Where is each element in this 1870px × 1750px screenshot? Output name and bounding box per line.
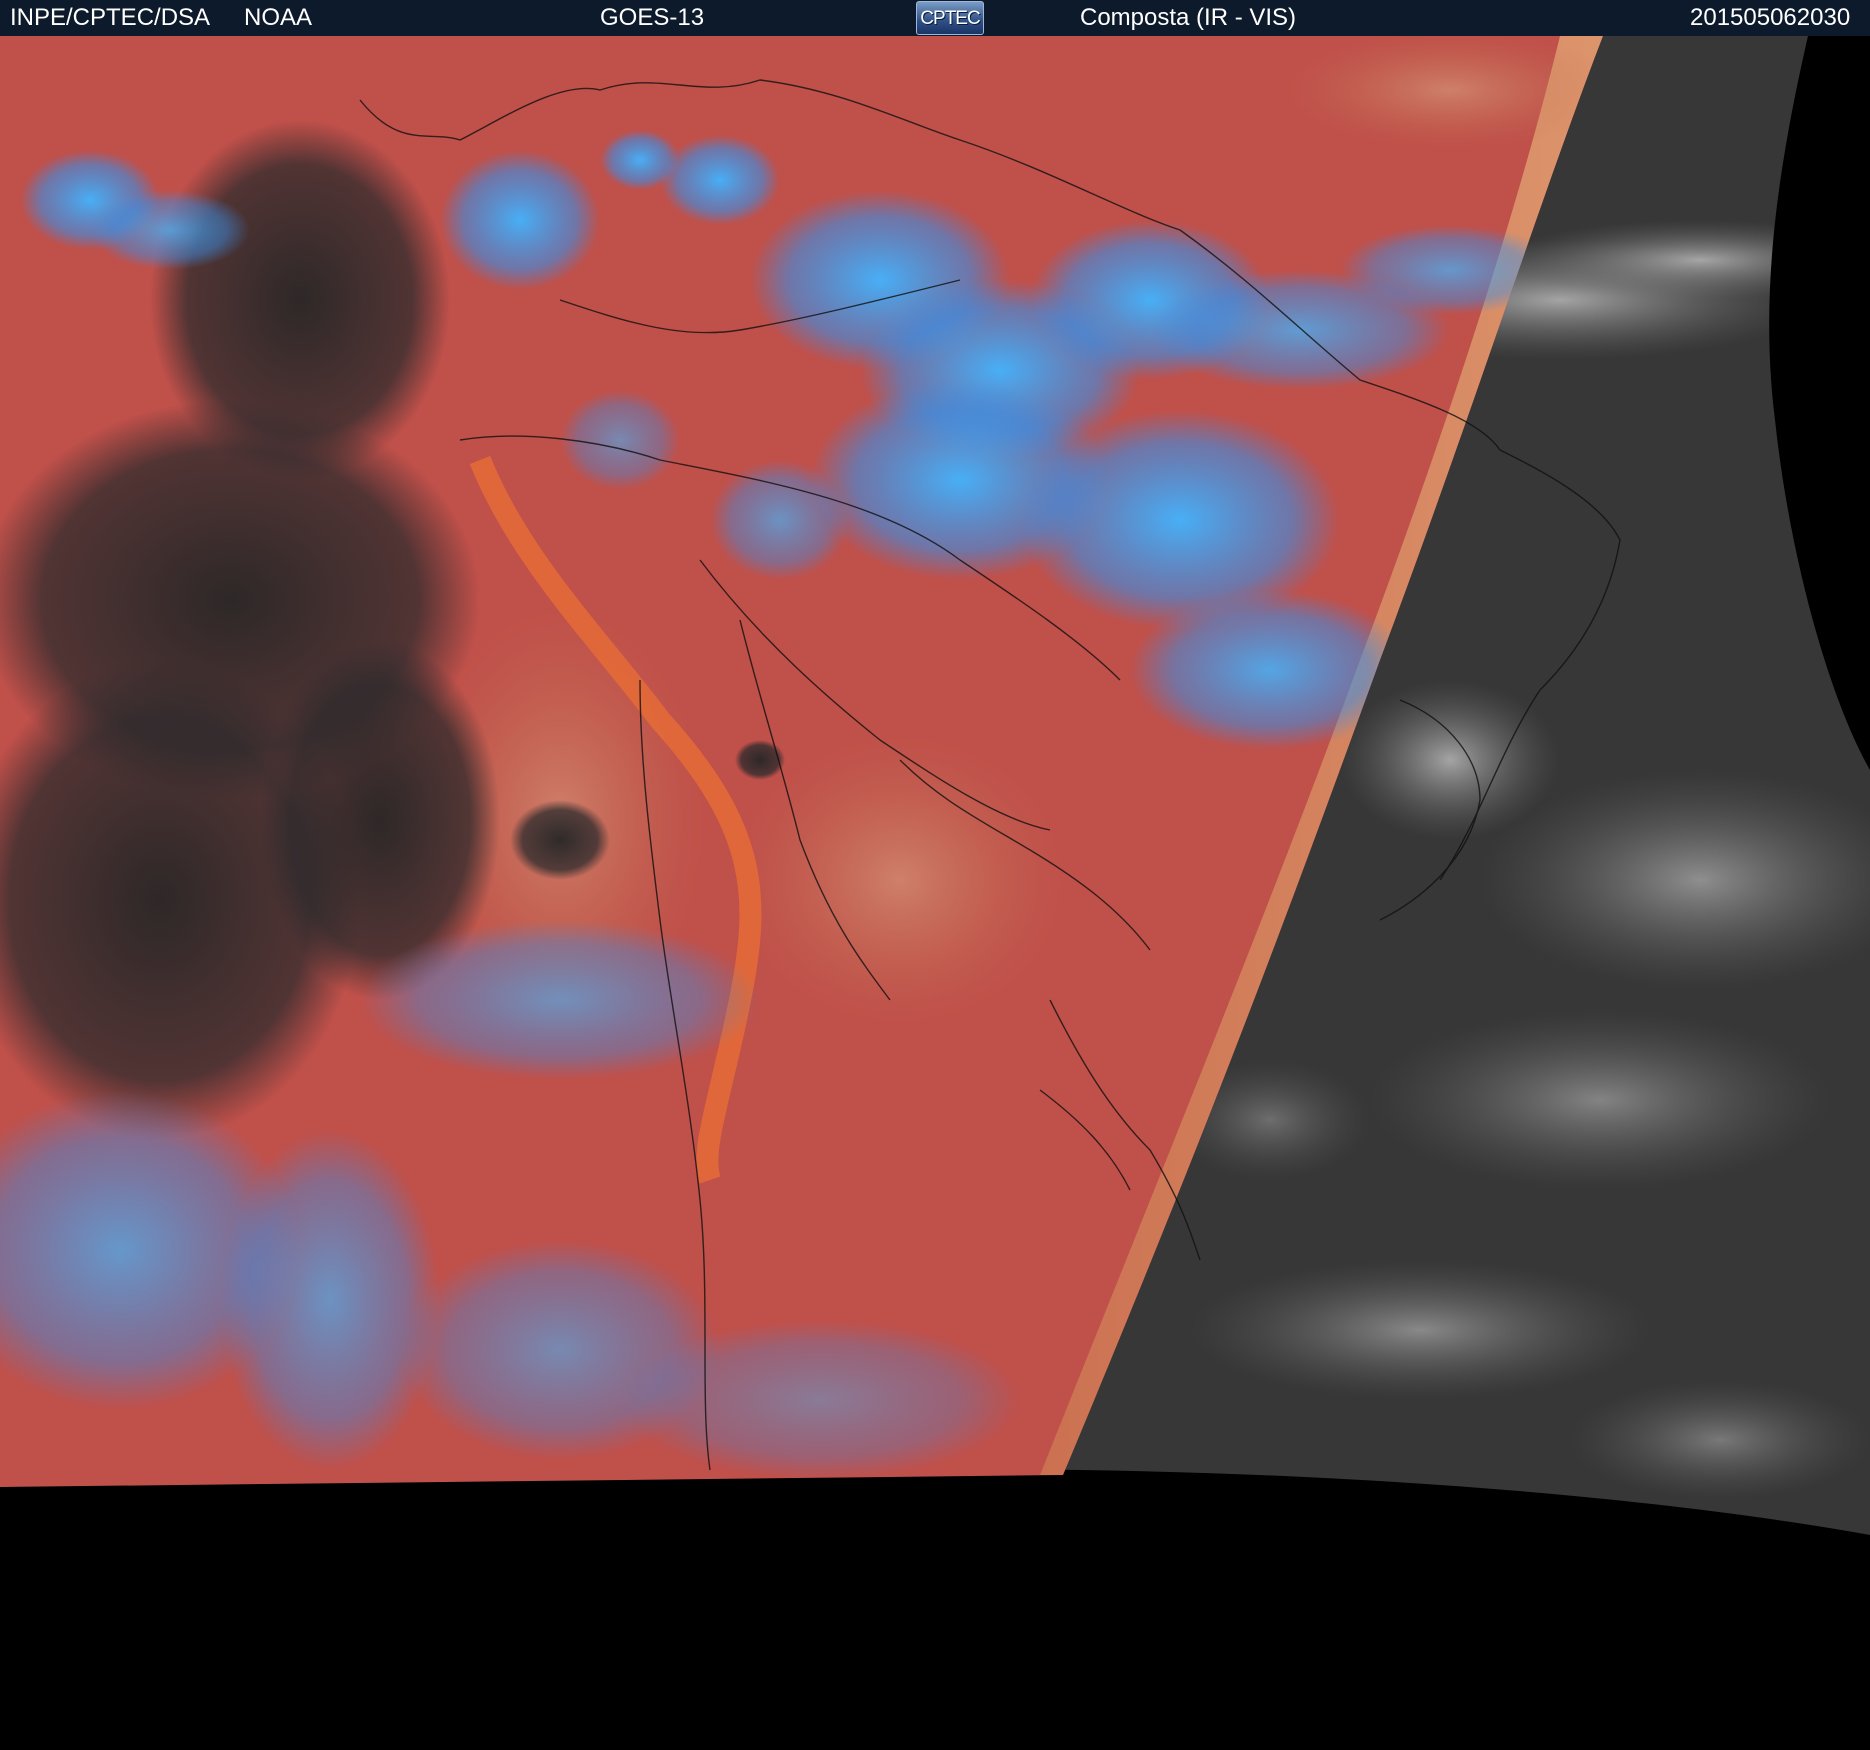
satellite-label: GOES-13 <box>600 4 705 31</box>
cptec-logo-text: CPTEC <box>920 8 980 29</box>
agency-label: NOAA <box>244 4 313 31</box>
institution-label: INPE/CPTEC/DSA <box>10 4 211 31</box>
header-bar: INPE/CPTEC/DSA NOAA GOES-13 CPTEC Compos… <box>0 0 1870 36</box>
satellite-composite-image <box>0 36 1870 1750</box>
cptec-logo: CPTEC <box>916 1 984 35</box>
product-label: Composta (IR - VIS) <box>1080 4 1297 31</box>
timestamp-label: 201505062030 <box>1690 4 1851 31</box>
